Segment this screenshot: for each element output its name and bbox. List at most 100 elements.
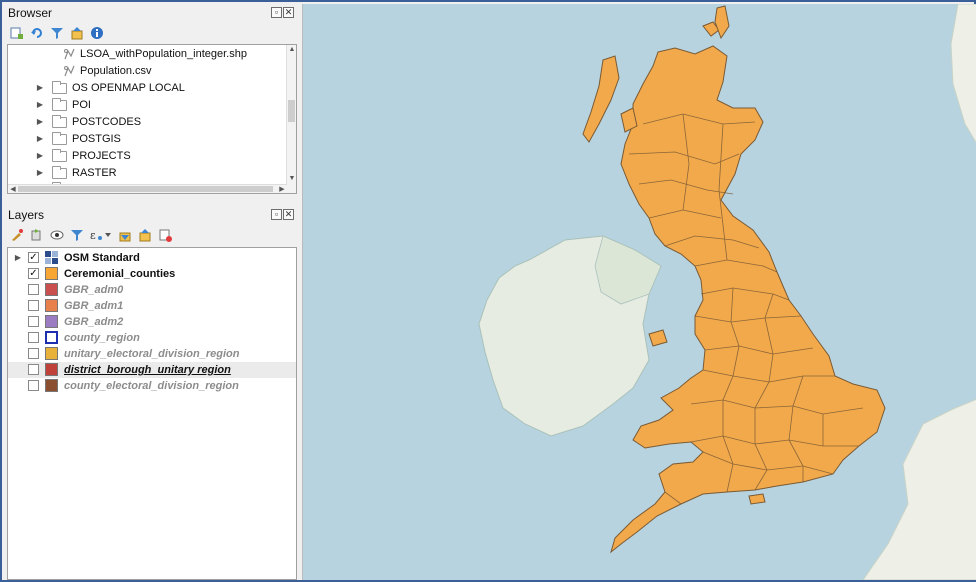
expression-filter-icon[interactable]: ε [90,228,112,242]
outer-hebrides [582,55,620,143]
europe-north-landmass [950,4,976,144]
layer-visibility-checkbox[interactable] [28,348,39,359]
layer-item-gbr-adm1[interactable]: GBR_adm1 [8,298,296,314]
europe-landmass [862,398,976,580]
visibility-icon[interactable] [50,228,64,242]
layer-item-district-borough-unitary-region[interactable]: district_borough_unitary region [8,362,296,378]
float-panel-icon[interactable]: ▫ [271,7,282,18]
scroll-up-icon[interactable]: ▲ [287,45,296,55]
close-icon[interactable]: ✕ [283,209,294,220]
layers-title-text: Layers [8,208,45,222]
folder-icon [52,115,67,128]
layer-visibility-checkbox[interactable]: ✓ [28,268,39,279]
browser-item-label: RASTER [72,167,117,179]
folder-icon [52,166,67,179]
browser-item-label: POSTCODES [72,116,142,128]
layer-item-ceremonial-counties[interactable]: ✓ Ceremonial_counties [8,266,296,282]
layer-visibility-checkbox[interactable] [28,300,39,311]
remove-layer-icon[interactable] [158,228,172,242]
layer-visibility-checkbox[interactable] [28,284,39,295]
left-dock-area: Browser ▫ ✕ LSOA_withPopulation_integer.… [4,4,297,580]
layer-visibility-checkbox[interactable] [28,316,39,327]
float-panel-icon[interactable]: ▫ [271,209,282,220]
isle-of-wight [748,493,766,505]
expand-all-icon[interactable] [118,228,132,242]
expand-arrow-icon[interactable]: ▶ [36,148,44,164]
folder-icon [52,98,67,111]
browser-horizontal-scrollbar[interactable]: ◀ ▶ [8,184,287,193]
browser-item-label: OS OPENMAP LOCAL [72,82,185,94]
close-icon[interactable]: ✕ [283,7,294,18]
layers-tree[interactable]: ▶ ✓ OSM Standard ✓ Ceremonial_counties G… [7,247,297,580]
filter-legend-icon[interactable] [70,228,84,242]
map-render [478,4,976,580]
scroll-left-icon[interactable]: ◀ [8,185,18,193]
style-icon[interactable] [10,228,24,242]
expand-arrow-icon[interactable]: ▶ [36,131,44,147]
browser-item-label: PROJECTS [72,150,131,162]
layer-item-county-region[interactable]: county_region [8,330,296,346]
layer-symbol-swatch [45,315,58,328]
browser-vertical-scrollbar[interactable]: ▲ ▼ [286,45,296,193]
layer-item-gbr-adm0[interactable]: GBR_adm0 [8,282,296,298]
refresh-icon[interactable] [30,26,44,40]
anglesey-island [648,329,668,347]
browser-item-label: POI [72,99,91,111]
collapse-all-icon[interactable] [138,228,152,242]
browser-item-label: Population.csv [80,65,152,77]
layer-label: Ceremonial_counties [64,268,176,280]
layer-item-county-electoral-division-region[interactable]: county_electoral_division_region [8,378,296,394]
tile-layer-icon [45,251,58,264]
layer-symbol-swatch [45,363,58,376]
scroll-thumb[interactable] [288,100,295,122]
expand-arrow-icon[interactable]: ▶ [36,114,44,130]
layer-item-osm-standard[interactable]: ▶ ✓ OSM Standard [8,250,296,266]
shetland-islands [714,5,730,40]
layer-item-gbr-adm2[interactable]: GBR_adm2 [8,314,296,330]
layers-panel-title: Layers ▫ ✕ [4,206,297,224]
layer-label: GBR_adm0 [64,284,124,296]
scroll-thumb[interactable] [18,186,273,192]
layer-visibility-checkbox[interactable] [28,364,39,375]
qgis-window: Browser ▫ ✕ LSOA_withPopulation_integer.… [0,0,976,582]
layer-label: GBR_adm1 [64,300,124,312]
layer-symbol-swatch [45,331,58,344]
browser-item-label: LSOA_withPopulation_integer.shp [80,48,247,60]
expand-arrow-icon[interactable]: ▶ [14,250,22,266]
collapse-all-icon[interactable] [70,26,84,40]
layer-item-unitary-electoral-division-region[interactable]: unitary_electoral_division_region [8,346,296,362]
browser-tree[interactable]: LSOA_withPopulation_integer.shp Populati… [7,44,297,194]
layer-label: unitary_electoral_division_region [64,348,240,360]
svg-text:ε: ε [90,229,96,242]
layer-symbol-swatch [45,347,58,360]
browser-title-text: Browser [8,6,53,20]
add-group-icon[interactable] [30,228,44,242]
browser-toolbar [4,22,297,44]
folder-icon [52,149,67,162]
layer-symbol-swatch [45,379,58,392]
browser-item-label: POSTGIS [72,133,121,145]
layer-symbol-swatch [45,267,58,280]
northern-ireland [594,235,662,305]
filter-icon[interactable] [50,26,64,40]
expand-arrow-icon[interactable]: ▶ [36,80,44,96]
layer-label: OSM Standard [64,252,140,264]
scroll-down-icon[interactable]: ▼ [287,174,296,184]
layer-label: district_borough_unitary region [64,364,231,376]
browser-panel-title: Browser ▫ ✕ [4,4,297,22]
add-layer-icon[interactable] [10,26,24,40]
layer-symbol-swatch [45,283,58,296]
layer-visibility-checkbox[interactable] [28,332,39,343]
expand-arrow-icon[interactable]: ▶ [36,165,44,181]
folder-icon [52,81,67,94]
scroll-right-icon[interactable]: ▶ [277,185,287,193]
expand-arrow-icon[interactable]: ▶ [36,97,44,113]
layer-symbol-swatch [45,299,58,312]
info-icon[interactable] [90,26,104,40]
layer-visibility-checkbox[interactable] [28,380,39,391]
layers-toolbar: ε [4,224,297,246]
layer-label: GBR_adm2 [64,316,124,328]
layer-label: county_region [64,332,140,344]
map-canvas[interactable] [302,4,976,580]
layer-visibility-checkbox[interactable]: ✓ [28,252,39,263]
